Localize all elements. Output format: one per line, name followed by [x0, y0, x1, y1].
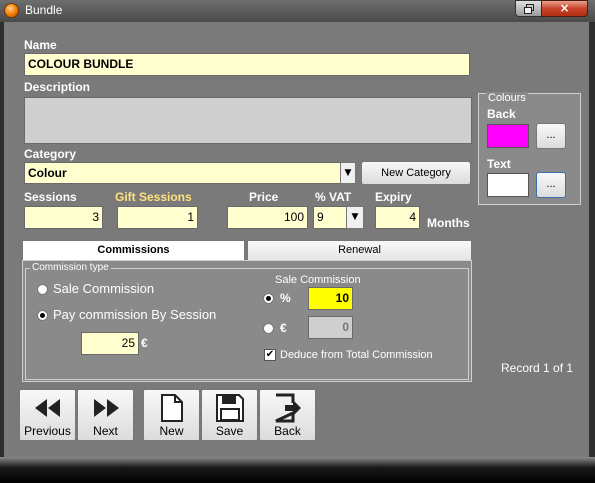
- back-button[interactable]: Back: [259, 389, 316, 441]
- percent-label: %: [280, 291, 291, 305]
- tab-commissions[interactable]: Commissions: [22, 240, 245, 260]
- rewind-icon: [35, 399, 60, 417]
- category-label: Category: [24, 147, 77, 161]
- new-label: New: [159, 424, 184, 438]
- category-dropdown-icon[interactable]: ▼: [340, 162, 356, 184]
- floppy-disk-icon: [216, 394, 244, 422]
- euro-input[interactable]: 0: [308, 316, 353, 339]
- save-button[interactable]: Save: [201, 389, 258, 441]
- new-category-button[interactable]: New Category: [361, 161, 471, 185]
- restore-button[interactable]: [515, 0, 542, 17]
- window-frame-right: [589, 22, 595, 483]
- description-label: Description: [24, 80, 91, 94]
- exit-icon: [275, 393, 301, 423]
- close-icon: ×: [559, 1, 570, 15]
- gift-sessions-input[interactable]: 1: [117, 206, 198, 229]
- percent-radio[interactable]: [263, 293, 274, 304]
- record-status: Record 1 of 1: [501, 361, 574, 375]
- sale-commission-label: Sale Commission: [275, 274, 361, 286]
- price-input[interactable]: 100: [227, 206, 308, 229]
- vat-label: % VAT: [315, 190, 352, 204]
- category-select[interactable]: Colour: [24, 162, 342, 184]
- sale-commission-radio[interactable]: [37, 284, 48, 295]
- window-status-strip: [0, 457, 595, 483]
- sessions-label: Sessions: [24, 190, 77, 204]
- tab-renewal[interactable]: Renewal: [247, 240, 472, 260]
- euro-label: €: [280, 321, 287, 335]
- colours-group-label: Colours: [486, 92, 528, 104]
- fast-forward-icon: [94, 399, 119, 417]
- deduce-checkbox[interactable]: ✔: [264, 349, 276, 361]
- percent-input[interactable]: 10: [308, 287, 353, 310]
- session-currency-label: €: [141, 336, 148, 350]
- app-icon: [4, 3, 19, 18]
- expiry-label: Expiry: [375, 190, 412, 204]
- text-color-swatch[interactable]: [487, 173, 529, 197]
- title-bar[interactable]: Bundle ×: [0, 0, 595, 22]
- months-label: Months: [427, 216, 470, 230]
- new-button[interactable]: New: [143, 389, 200, 441]
- next-button[interactable]: Next: [77, 389, 134, 441]
- price-label: Price: [249, 190, 279, 204]
- previous-label: Previous: [24, 424, 71, 438]
- checkmark-icon: ✔: [265, 349, 275, 360]
- pay-by-session-radio[interactable]: [37, 310, 48, 321]
- sessions-input[interactable]: 3: [24, 206, 103, 229]
- next-label: Next: [93, 424, 118, 438]
- previous-button[interactable]: Previous: [19, 389, 76, 441]
- pay-by-session-option-label[interactable]: Pay commission By Session: [53, 307, 216, 322]
- back-label: Back: [274, 424, 301, 438]
- name-input[interactable]: COLOUR BUNDLE: [24, 53, 470, 76]
- euro-radio[interactable]: [263, 323, 274, 334]
- save-label: Save: [215, 424, 244, 438]
- window-title: Bundle: [25, 3, 63, 17]
- deduce-label[interactable]: Deduce from Total Commission: [280, 349, 433, 361]
- vat-select[interactable]: 9: [313, 206, 347, 229]
- back-color-swatch[interactable]: [487, 124, 529, 148]
- restore-icon: [524, 4, 534, 14]
- back-color-picker-button[interactable]: ...: [536, 123, 566, 149]
- back-color-label: Back: [487, 107, 516, 121]
- close-button[interactable]: ×: [541, 0, 588, 17]
- name-label: Name: [24, 38, 57, 52]
- expiry-input[interactable]: 4: [375, 206, 420, 229]
- sale-commission-option-label[interactable]: Sale Commission: [53, 281, 154, 296]
- commission-type-label: Commission type: [30, 262, 111, 273]
- text-color-picker-button[interactable]: ...: [536, 172, 566, 198]
- description-input[interactable]: [24, 97, 472, 144]
- gift-sessions-label: Gift Sessions: [115, 190, 192, 204]
- vat-dropdown-icon[interactable]: ▼: [346, 206, 364, 229]
- new-document-icon: [161, 394, 183, 422]
- text-color-label: Text: [487, 157, 511, 171]
- session-commission-input[interactable]: 25: [81, 332, 139, 355]
